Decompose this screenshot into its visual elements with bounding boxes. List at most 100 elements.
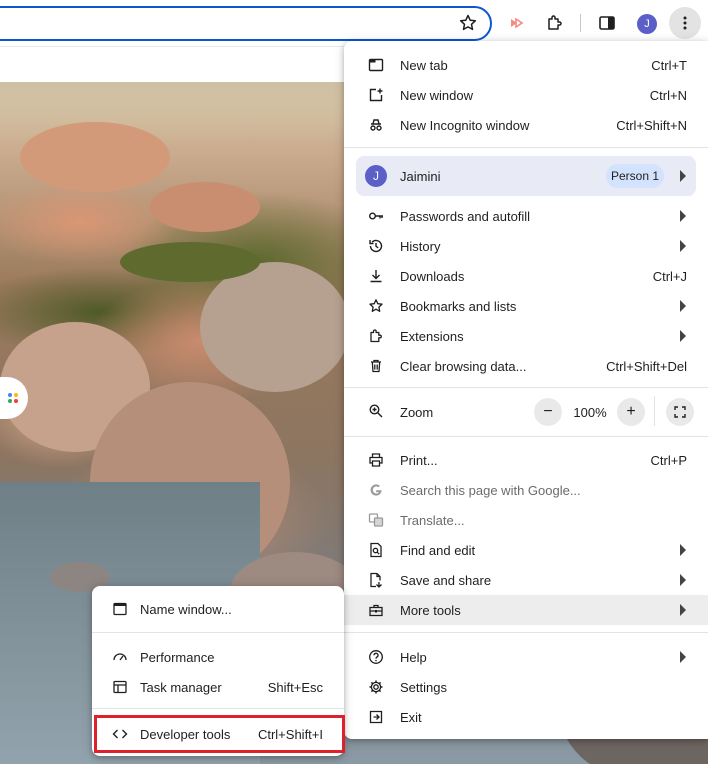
menu-item-search-with-google[interactable]: Search this page with Google... [344, 475, 708, 505]
bookmark-star-icon[interactable] [458, 13, 478, 33]
photo-rock [200, 262, 350, 392]
menu-item-print[interactable]: Print... Ctrl+P [344, 445, 708, 475]
translate-icon [368, 512, 384, 528]
menu-item-shortcut: Ctrl+P [650, 453, 687, 468]
extensions-puzzle-icon[interactable] [542, 11, 566, 35]
profile-badge: Person 1 [606, 164, 664, 188]
incognito-icon [368, 117, 384, 133]
download-icon [368, 268, 384, 284]
menu-item-new-window[interactable]: New window Ctrl+N [344, 80, 708, 110]
menu-item-history[interactable]: History [344, 231, 708, 261]
zoom-row: Zoom − 100% + [344, 396, 708, 426]
chevron-right-icon [680, 240, 686, 252]
chevron-right-icon [680, 300, 686, 312]
menu-item-new-incognito-window[interactable]: New Incognito window Ctrl+Shift+N [344, 110, 708, 140]
task-manager-icon [112, 679, 128, 695]
toolbar-divider [580, 14, 581, 32]
zoom-divider [654, 396, 655, 426]
menu-item-shortcut: Ctrl+J [652, 269, 687, 284]
menu-item-label: Find and edit [400, 543, 476, 558]
submenu-item-shortcut: Shift+Esc [267, 680, 323, 695]
menu-item-label: New window [400, 88, 473, 103]
menu-item-passwords[interactable]: Passwords and autofill [344, 201, 708, 231]
menu-item-label: Passwords and autofill [400, 209, 531, 224]
menu-item-extensions[interactable]: Extensions [344, 321, 708, 351]
side-panel-icon[interactable] [595, 11, 619, 35]
menu-item-bookmarks[interactable]: Bookmarks and lists [344, 291, 708, 321]
menu-item-label: Downloads [400, 269, 465, 284]
chevron-right-icon [680, 651, 686, 663]
developer-tools-highlight-outline [94, 715, 345, 753]
menu-divider [344, 632, 708, 633]
menu-item-settings[interactable]: Settings [344, 672, 708, 702]
menu-item-help[interactable]: Help [344, 642, 708, 672]
zoom-label: Zoom [400, 405, 434, 420]
chrome-menu-button[interactable] [669, 7, 701, 39]
chrome-main-menu: New tab Ctrl+T New window Ctrl+N New Inc… [344, 41, 708, 739]
profile-avatar[interactable]: J [637, 14, 657, 34]
menu-item-clear-browsing-data[interactable]: Clear browsing data... Ctrl+Shift+Del [344, 351, 708, 381]
profile-row[interactable]: J Jaimini Person 1 [356, 156, 696, 196]
chevron-right-icon [680, 210, 686, 222]
menu-divider [344, 387, 708, 388]
zoom-magnifier-icon [368, 403, 384, 419]
submenu-item-label: Task manager [140, 680, 222, 695]
toolbox-icon [368, 602, 384, 618]
menu-item-label: New Incognito window [400, 118, 530, 133]
puzzle-icon [368, 328, 384, 344]
menu-item-label: Clear browsing data... [400, 359, 527, 374]
chevron-right-icon [680, 544, 686, 556]
menu-item-label: Save and share [400, 573, 492, 588]
menu-item-shortcut: Ctrl+T [651, 58, 687, 73]
print-icon [368, 452, 384, 468]
menu-item-downloads[interactable]: Downloads Ctrl+J [344, 261, 708, 291]
gauge-icon [112, 649, 128, 665]
menu-divider [344, 436, 708, 437]
google-dots-icon [8, 393, 18, 403]
profile-avatar-large: J [365, 165, 387, 187]
star-icon [368, 298, 384, 314]
menu-item-label: Extensions [400, 329, 464, 344]
exit-icon [368, 709, 384, 725]
menu-item-label: More tools [400, 603, 461, 618]
menu-item-label: Exit [400, 710, 422, 725]
menu-item-label: Bookmarks and lists [400, 299, 517, 314]
chevron-right-icon [680, 330, 686, 342]
kebab-menu-icon [683, 16, 687, 30]
cast-extension-icon[interactable] [505, 11, 529, 35]
menu-item-new-tab[interactable]: New tab Ctrl+T [344, 50, 708, 80]
menu-item-label: Print... [400, 453, 438, 468]
trash-icon [368, 358, 384, 374]
google-icon [368, 482, 384, 498]
photo-rock [20, 122, 170, 192]
submenu-divider [92, 708, 344, 709]
gear-icon [368, 679, 384, 695]
new-window-icon [368, 87, 384, 103]
submenu-item-task-manager[interactable]: Task manager Shift+Esc [92, 672, 344, 702]
photo-rock [150, 182, 260, 232]
menu-item-save-and-share[interactable]: Save and share [344, 565, 708, 595]
fullscreen-icon [674, 406, 686, 418]
save-icon [368, 572, 384, 588]
menu-item-label: New tab [400, 58, 448, 73]
zoom-out-button[interactable]: − [534, 398, 562, 426]
submenu-divider [92, 632, 344, 633]
menu-item-find-and-edit[interactable]: Find and edit [344, 535, 708, 565]
zoom-in-button[interactable]: + [617, 398, 645, 426]
menu-item-label: Translate... [400, 513, 465, 528]
menu-item-exit[interactable]: Exit [344, 702, 708, 732]
chevron-right-icon [680, 574, 686, 586]
menu-item-translate[interactable]: Translate... [344, 505, 708, 535]
profile-name: Jaimini [400, 169, 441, 184]
fullscreen-button[interactable] [666, 398, 694, 426]
menu-item-label: Help [400, 650, 427, 665]
key-icon [368, 208, 384, 224]
submenu-item-performance[interactable]: Performance [92, 642, 344, 672]
menu-divider [344, 147, 708, 148]
menu-item-label: History [400, 239, 441, 254]
submenu-item-name-window[interactable]: Name window... [92, 594, 344, 624]
address-bar[interactable] [0, 6, 492, 41]
menu-item-more-tools[interactable]: More tools [344, 595, 708, 625]
chevron-right-icon [680, 170, 686, 182]
help-icon [368, 649, 384, 665]
